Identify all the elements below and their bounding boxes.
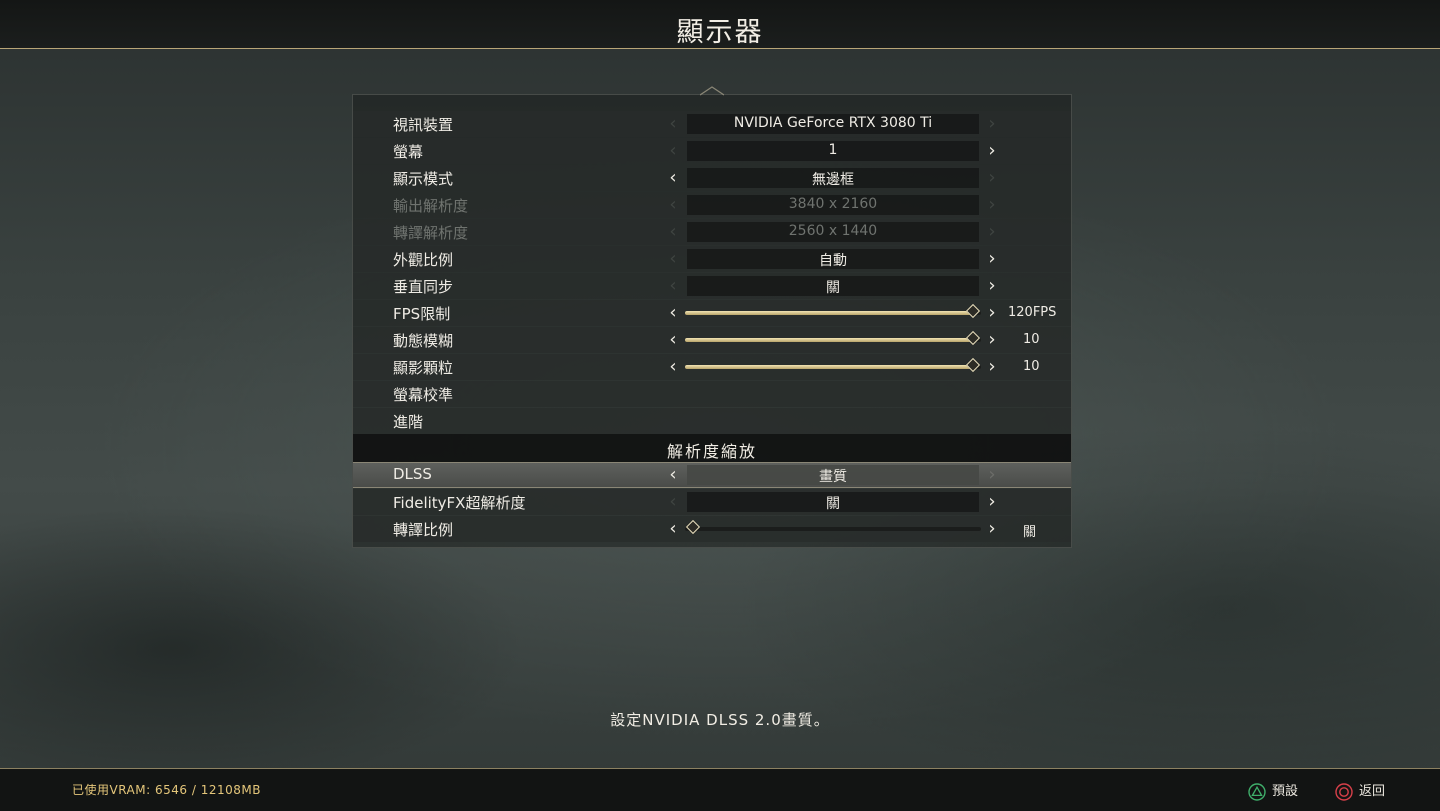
setting-output-resolution: 輸出解析度 ‹ 3840 x 2160 › bbox=[353, 192, 1071, 218]
slider-value: 關 bbox=[1023, 525, 1037, 540]
chevron-right-icon[interactable]: › bbox=[983, 357, 1001, 377]
motion-blur-slider[interactable] bbox=[685, 330, 981, 346]
setting-description: 設定NVIDIA DLSS 2.0畫質。 bbox=[610, 711, 830, 729]
circle-icon bbox=[1335, 782, 1353, 801]
setting-label: 輸出解析度 bbox=[393, 197, 469, 215]
setting-label: 顯示模式 bbox=[393, 170, 454, 188]
setting-label: 視訊裝置 bbox=[393, 116, 454, 134]
setting-display-mode[interactable]: 顯示模式 ‹ 無邊框 › bbox=[353, 165, 1071, 191]
chevron-right-icon[interactable]: › bbox=[983, 519, 1001, 539]
chevron-right-icon[interactable]: › bbox=[983, 276, 1001, 296]
slider-handle[interactable] bbox=[965, 330, 981, 346]
chevron-left-icon[interactable]: ‹ bbox=[664, 519, 682, 539]
chevron-right-icon: › bbox=[988, 194, 996, 215]
setting-label: FPS限制 bbox=[393, 305, 451, 323]
setting-value: 3840 x 2160 bbox=[788, 196, 878, 212]
setting-fps-limit[interactable]: FPS限制 ‹ › 120FPS bbox=[353, 300, 1071, 326]
setting-film-grain[interactable]: 顯影顆粒 ‹ › 10 bbox=[353, 354, 1071, 380]
chevron-right-icon[interactable]: › bbox=[983, 303, 1001, 323]
slider-handle[interactable] bbox=[965, 303, 981, 319]
slider-fill bbox=[685, 365, 973, 369]
setting-label: 進階 bbox=[393, 413, 424, 431]
setting-label: 外觀比例 bbox=[393, 251, 454, 269]
chevron-left-icon[interactable]: ‹ bbox=[664, 276, 682, 296]
slider-value: 10 bbox=[1023, 359, 1040, 374]
chevron-right-icon[interactable]: › bbox=[983, 168, 1001, 188]
chevron-right-icon[interactable]: › bbox=[983, 465, 1001, 485]
slider-fill bbox=[685, 311, 973, 315]
chevron-right-icon[interactable]: › bbox=[983, 249, 1001, 269]
chevron-left-icon[interactable]: ‹ bbox=[664, 114, 682, 134]
setting-value: NVIDIA GeForce RTX 3080 Ti bbox=[733, 115, 933, 131]
chevron-left-icon[interactable]: ‹ bbox=[664, 330, 682, 350]
setting-value: 1 bbox=[828, 142, 838, 158]
bottom-bar: 已使用VRAM: 6546 / 12108MB 預設 返回 bbox=[0, 768, 1440, 811]
vram-usage: 已使用VRAM: 6546 / 12108MB bbox=[72, 783, 261, 797]
section-header-resolution-scaling: 解析度縮放 bbox=[353, 434, 1071, 462]
setting-label: FidelityFX超解析度 bbox=[393, 494, 526, 512]
back-button[interactable]: 返回 bbox=[1335, 780, 1385, 801]
triangle-icon bbox=[1248, 782, 1266, 801]
setting-fidelityfx[interactable]: FidelityFX超解析度 ‹ 關 › bbox=[353, 489, 1071, 515]
setting-value: 自動 bbox=[819, 253, 847, 269]
setting-video-device[interactable]: 視訊裝置 ‹ NVIDIA GeForce RTX 3080 Ti › bbox=[353, 111, 1071, 137]
panel-notch-icon bbox=[700, 86, 724, 96]
setting-label: 螢幕 bbox=[393, 143, 424, 161]
back-label: 返回 bbox=[1359, 784, 1386, 799]
chevron-right-icon[interactable]: › bbox=[983, 141, 1001, 161]
chevron-left-icon: ‹ bbox=[669, 194, 677, 215]
setting-value: 關 bbox=[826, 496, 840, 512]
chevron-left-icon[interactable]: ‹ bbox=[664, 492, 682, 512]
fps-limit-slider[interactable] bbox=[685, 303, 981, 319]
chevron-left-icon: ‹ bbox=[669, 221, 677, 242]
section-title: 解析度縮放 bbox=[666, 442, 757, 461]
setting-label: 顯影顆粒 bbox=[393, 359, 454, 377]
chevron-right-icon[interactable]: › bbox=[983, 114, 1001, 134]
setting-calibration[interactable]: 螢幕校準 bbox=[353, 381, 1071, 407]
render-scale-slider[interactable] bbox=[685, 519, 981, 535]
setting-dlss[interactable]: DLSS ‹ 畫質 › bbox=[353, 462, 1071, 488]
setting-render-scale[interactable]: 轉譯比例 ‹ › 關 bbox=[353, 516, 1071, 542]
chevron-left-icon[interactable]: ‹ bbox=[664, 357, 682, 377]
chevron-right-icon[interactable]: › bbox=[983, 330, 1001, 350]
setting-value: 畫質 bbox=[819, 469, 847, 485]
setting-value: 2560 x 1440 bbox=[788, 223, 878, 239]
chevron-right-icon: › bbox=[988, 221, 996, 242]
setting-label: 轉譯解析度 bbox=[393, 224, 469, 242]
setting-label: 轉譯比例 bbox=[393, 521, 454, 539]
setting-advanced[interactable]: 進階 bbox=[353, 408, 1071, 434]
chevron-left-icon[interactable]: ‹ bbox=[664, 465, 682, 485]
setting-aspect-ratio[interactable]: 外觀比例 ‹ 自動 › bbox=[353, 246, 1071, 272]
setting-label: DLSS bbox=[393, 465, 432, 483]
top-bar: 顯示器 bbox=[0, 0, 1440, 49]
chevron-left-icon[interactable]: ‹ bbox=[664, 168, 682, 188]
chevron-left-icon[interactable]: ‹ bbox=[664, 141, 682, 161]
chevron-left-icon[interactable]: ‹ bbox=[664, 249, 682, 269]
setting-value: 關 bbox=[826, 280, 840, 296]
slider-value: 120FPS bbox=[1008, 305, 1057, 320]
setting-label: 螢幕校準 bbox=[393, 386, 454, 404]
defaults-label: 預設 bbox=[1272, 784, 1299, 799]
setting-motion-blur[interactable]: 動態模糊 ‹ › 10 bbox=[353, 327, 1071, 353]
setting-vsync[interactable]: 垂直同步 ‹ 關 › bbox=[353, 273, 1071, 299]
page-title: 顯示器 bbox=[676, 17, 764, 48]
setting-label: 垂直同步 bbox=[393, 278, 454, 296]
setting-monitor[interactable]: 螢幕 ‹ 1 › bbox=[353, 138, 1071, 164]
chevron-right-icon[interactable]: › bbox=[983, 492, 1001, 512]
slider-handle[interactable] bbox=[685, 519, 701, 535]
setting-value: 無邊框 bbox=[812, 172, 854, 188]
slider-value: 10 bbox=[1023, 332, 1040, 347]
slider-fill bbox=[685, 338, 973, 342]
chevron-left-icon[interactable]: ‹ bbox=[664, 303, 682, 323]
setting-label: 動態模糊 bbox=[393, 332, 454, 350]
defaults-button[interactable]: 預設 bbox=[1248, 780, 1298, 801]
film-grain-slider[interactable] bbox=[685, 357, 981, 373]
setting-render-resolution: 轉譯解析度 ‹ 2560 x 1440 › bbox=[353, 219, 1071, 245]
slider-handle[interactable] bbox=[965, 357, 981, 373]
